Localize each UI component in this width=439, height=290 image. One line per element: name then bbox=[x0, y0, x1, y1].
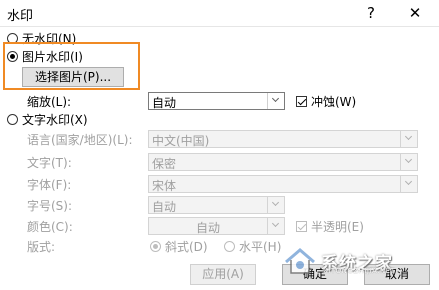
radio-text-watermark[interactable]: 文字水印(X) bbox=[7, 111, 88, 128]
washout-checkbox-row[interactable]: 冲蚀(W) bbox=[296, 93, 356, 110]
help-button[interactable]: ? bbox=[354, 0, 388, 26]
chevron-down-icon[interactable] bbox=[267, 197, 284, 213]
radio-diagonal[interactable]: 斜式(D) bbox=[150, 238, 208, 255]
radio-picture-watermark-label: 图片水印(I) bbox=[22, 50, 83, 64]
watermark-url: XITONGZHIJIA.NET bbox=[323, 267, 396, 275]
radio-horizontal[interactable]: 水平(H) bbox=[224, 238, 281, 255]
scale-label: 缩放(L): bbox=[27, 95, 72, 109]
radio-horizontal-label: 水平(H) bbox=[239, 240, 282, 254]
text-select[interactable]: 保密 bbox=[148, 153, 418, 171]
scale-value: 自动 bbox=[152, 96, 177, 110]
chevron-down-icon[interactable] bbox=[400, 154, 417, 170]
size-select[interactable]: 自动 bbox=[148, 196, 285, 214]
chevron-down-icon[interactable] bbox=[267, 218, 284, 234]
dialog-title: 水印 bbox=[7, 9, 34, 24]
color-value: 自动 bbox=[195, 221, 220, 235]
color-select[interactable]: 自动 bbox=[148, 217, 285, 235]
chevron-down-icon[interactable] bbox=[400, 176, 417, 192]
radio-picture-watermark[interactable]: 图片水印(I) bbox=[7, 48, 83, 65]
font-select[interactable]: 宋体 bbox=[148, 175, 418, 193]
select-picture-button[interactable]: 选择图片(P)... bbox=[22, 67, 124, 87]
washout-label: 冲蚀(W) bbox=[311, 95, 357, 109]
language-select[interactable]: 中文(中国) bbox=[148, 130, 418, 148]
close-button[interactable]: ✕ bbox=[398, 0, 432, 26]
semitransparent-checkbox-row[interactable]: 半透明(E) bbox=[296, 218, 364, 235]
language-value: 中文(中国) bbox=[152, 134, 210, 148]
language-label: 语言(国家/地区)(L): bbox=[27, 133, 133, 147]
scale-select[interactable]: 自动 bbox=[148, 92, 285, 110]
chevron-down-icon[interactable] bbox=[267, 93, 284, 109]
semitransparent-checkbox[interactable] bbox=[296, 221, 307, 232]
title-separator bbox=[0, 26, 439, 27]
radio-icon[interactable] bbox=[224, 241, 235, 252]
text-value: 保密 bbox=[152, 157, 177, 171]
washout-checkbox[interactable] bbox=[296, 96, 307, 107]
radio-icon[interactable] bbox=[7, 114, 18, 125]
chevron-down-icon[interactable] bbox=[400, 131, 417, 147]
radio-icon[interactable] bbox=[7, 51, 18, 62]
radio-text-watermark-label: 文字水印(X) bbox=[22, 113, 88, 127]
font-label: 字体(F): bbox=[27, 178, 72, 192]
house-logo-icon bbox=[283, 246, 317, 276]
size-value: 自动 bbox=[152, 200, 177, 214]
semitransparent-label: 半透明(E) bbox=[311, 220, 364, 234]
site-watermark: 系统之家 XITONGZHIJIA.NET bbox=[283, 246, 396, 276]
text-label: 文字(T): bbox=[27, 156, 72, 170]
layout-label: 版式: bbox=[27, 240, 56, 254]
apply-button[interactable]: 应用(A) bbox=[190, 264, 256, 285]
title-bar: 水印 ? ✕ bbox=[0, 0, 439, 26]
font-value: 宋体 bbox=[152, 179, 177, 193]
color-label: 颜色(C): bbox=[27, 220, 73, 234]
size-label: 字号(S): bbox=[27, 199, 73, 213]
radio-diagonal-label: 斜式(D) bbox=[165, 240, 208, 254]
radio-icon[interactable] bbox=[150, 241, 161, 252]
